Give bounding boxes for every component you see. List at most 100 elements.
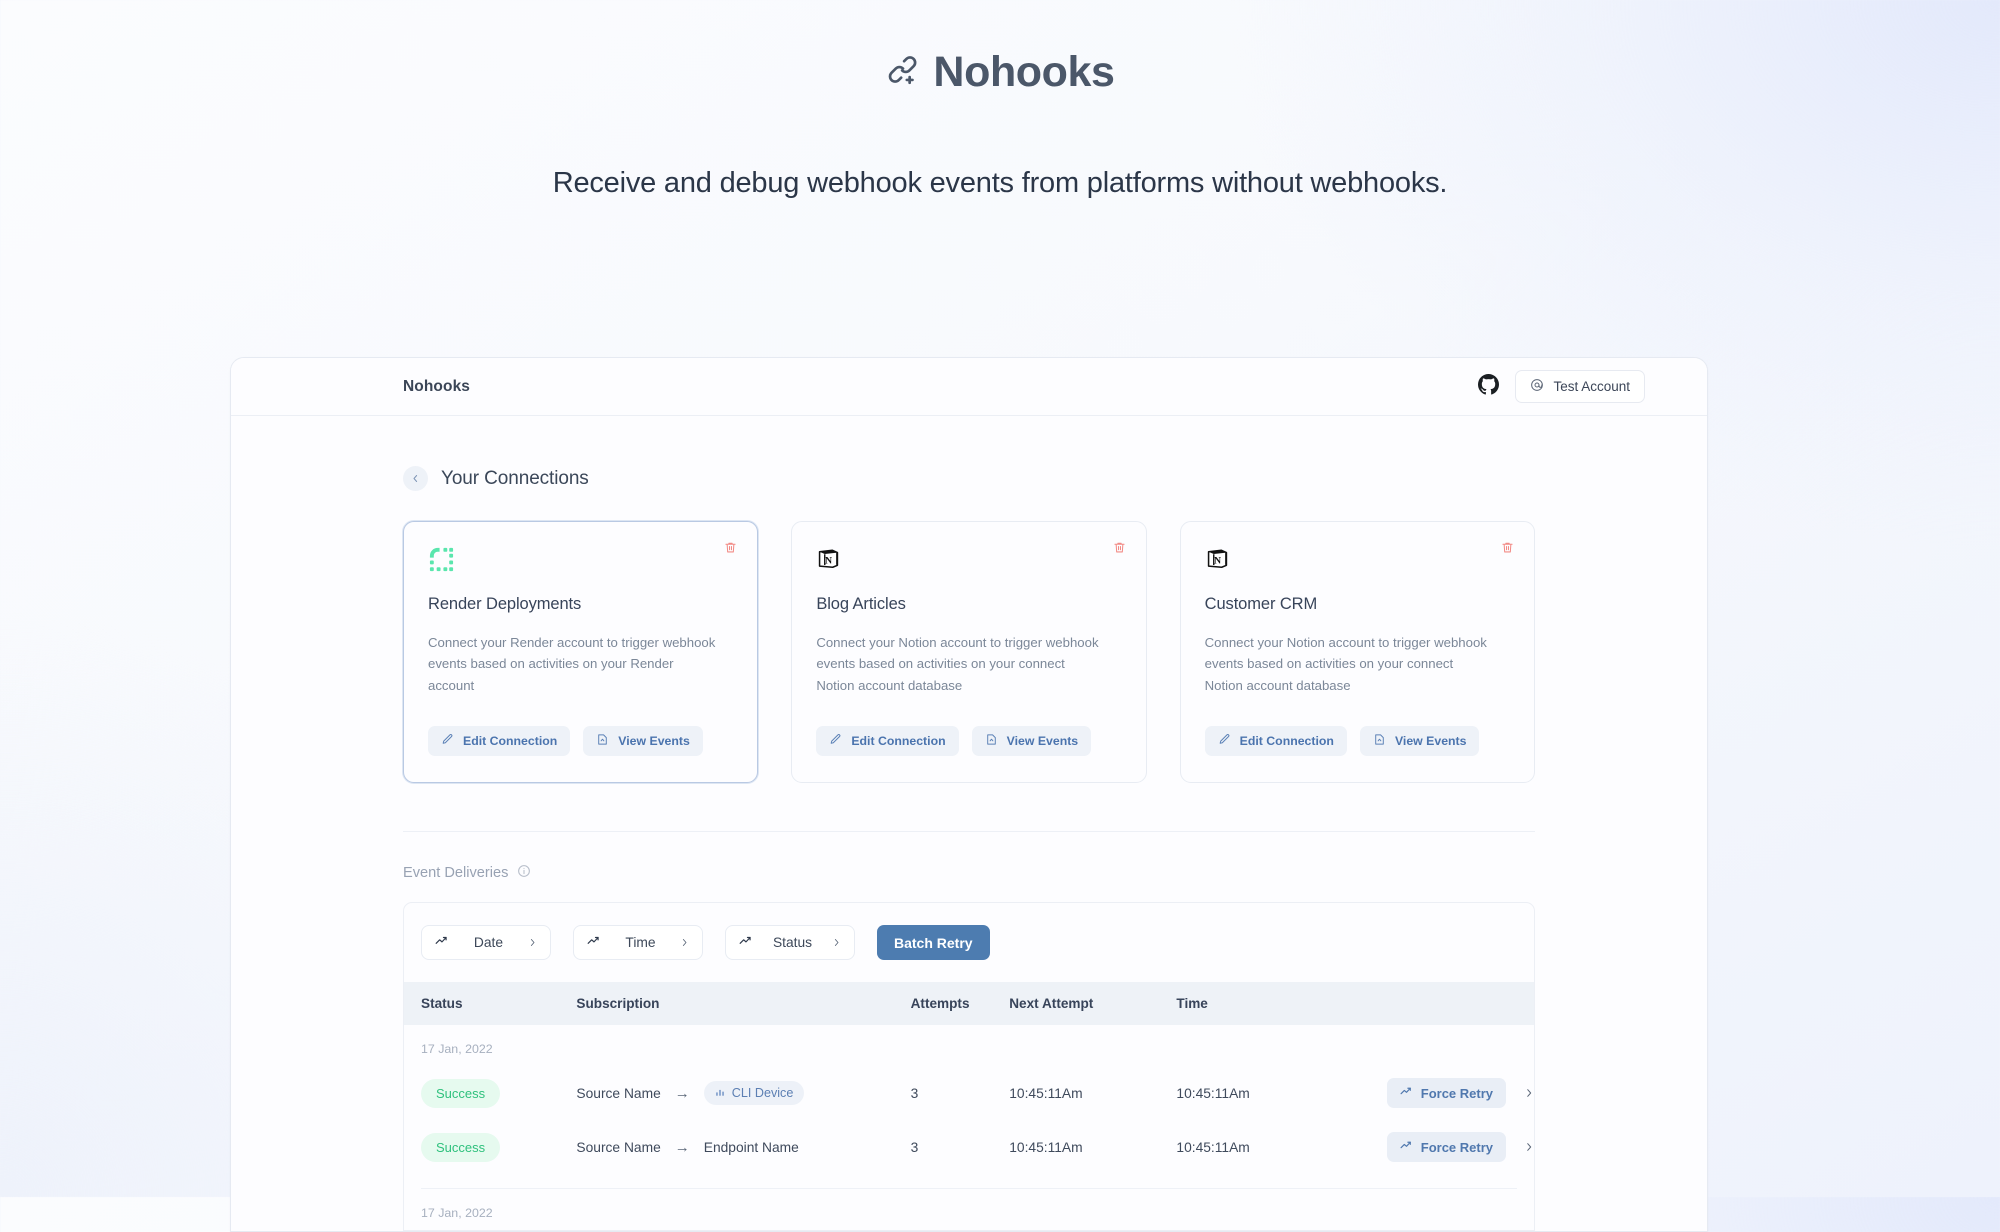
cell-subscription: Source Name → Endpoint Name: [576, 1120, 910, 1174]
date-group-label: 17 Jan, 2022: [421, 1206, 493, 1221]
column-header-attempts[interactable]: Attempts: [910, 982, 1010, 1026]
status-badge: Success: [421, 1132, 501, 1162]
group-separator: [404, 1174, 1534, 1190]
notion-logo-icon: N: [1205, 546, 1510, 573]
filter-date-button[interactable]: Date: [421, 925, 551, 961]
chevron-right-icon: [528, 935, 537, 950]
github-icon[interactable]: [1478, 373, 1500, 400]
arrow-right-icon: →: [674, 1084, 690, 1102]
link-plus-icon: [885, 53, 919, 92]
subscription-target-label: Endpoint Name: [703, 1139, 799, 1155]
bar-chart-icon: [715, 1086, 725, 1100]
view-events-button[interactable]: View Events: [583, 726, 703, 757]
cell-status: Success: [404, 1066, 576, 1120]
batch-retry-button[interactable]: Batch Retry: [877, 925, 990, 961]
render-logo-icon: [428, 546, 733, 573]
column-header-status[interactable]: Status: [404, 982, 577, 1026]
card-title: Render Deployments: [428, 595, 582, 613]
brand-logo: Nohooks: [885, 48, 1115, 97]
pencil-icon: [829, 733, 842, 749]
view-events-button[interactable]: View Events: [1359, 726, 1480, 757]
subscription-target-label: CLI Device: [731, 1086, 794, 1101]
back-button[interactable]: [403, 466, 428, 491]
chevron-right-icon: [680, 935, 689, 950]
table-row[interactable]: Success Source Name → CLI Device 3 10:45…: [404, 1066, 1534, 1120]
test-account-button[interactable]: Test Account: [1515, 370, 1645, 403]
cell-time: 10:45:11Am: [1176, 1139, 1250, 1155]
edit-connection-button[interactable]: Edit Connection: [816, 726, 959, 757]
table-header-row: Status Subscription Attempts Next Attemp…: [404, 982, 1534, 1026]
app-bar: Nohooks Test Account: [231, 358, 1707, 416]
view-events-button[interactable]: View Events: [971, 726, 1092, 757]
notion-logo-icon: N: [816, 546, 1121, 573]
info-circle-icon[interactable]: [517, 864, 531, 882]
table-row[interactable]: Success Source Name → Endpoint Name 3 10…: [404, 1120, 1534, 1174]
trending-up-icon: [1400, 1085, 1413, 1101]
filter-status-label: Status: [772, 935, 813, 951]
file-events-icon: [596, 733, 609, 749]
row-expand-chevron-right-icon[interactable]: [1524, 1088, 1534, 1098]
edit-connection-label: Edit Connection: [1239, 734, 1334, 749]
app-window: Nohooks Test Account Your Connections Re…: [230, 357, 1708, 1232]
trash-icon[interactable]: [724, 541, 737, 554]
cell-status: Success: [404, 1120, 576, 1174]
force-retry-button[interactable]: Force Retry: [1386, 1132, 1506, 1163]
event-deliveries-panel: Date Time Status Batch Retry Status Subs…: [403, 902, 1535, 1232]
view-events-label: View Events: [1006, 734, 1079, 749]
event-deliveries-table: Status Subscription Attempts Next Attemp…: [404, 982, 1534, 1230]
cell-next-attempt: 10:45:11Am: [1009, 1085, 1083, 1101]
chevron-right-icon: [832, 935, 841, 950]
cell-time: 10:45:11Am: [1176, 1085, 1250, 1101]
trash-icon[interactable]: [1113, 541, 1126, 554]
subscription-source: Source Name: [576, 1085, 661, 1101]
connection-card-render-deployments[interactable]: Render Deployments Connect your Render a…: [403, 521, 759, 784]
trending-up-icon: [435, 934, 449, 951]
filter-date-label: Date: [473, 935, 504, 951]
view-events-label: View Events: [618, 734, 690, 749]
trending-up-icon: [739, 934, 753, 951]
arrow-right-icon: →: [674, 1138, 690, 1156]
subscription-target-chip[interactable]: CLI Device: [703, 1081, 805, 1106]
card-description: Connect your Render account to trigger w…: [428, 635, 716, 693]
card-title: Blog Articles: [816, 595, 906, 613]
date-group-header: 17 Jan, 2022: [404, 1189, 1534, 1230]
column-header-subscription[interactable]: Subscription: [576, 982, 911, 1026]
edit-connection-button[interactable]: Edit Connection: [1204, 726, 1347, 757]
force-retry-label: Force Retry: [1420, 1085, 1493, 1101]
file-events-icon: [1373, 733, 1386, 749]
chevron-left-icon: [411, 470, 420, 488]
test-account-label: Test Account: [1553, 379, 1630, 394]
filter-time-label: Time: [625, 935, 656, 951]
card-description: Connect your Notion account to trigger w…: [1204, 635, 1487, 693]
pencil-icon: [441, 733, 454, 749]
column-header-actions: [1386, 982, 1534, 1026]
subscription-source: Source Name: [576, 1139, 661, 1155]
event-deliveries-title: Event Deliveries: [403, 865, 509, 882]
force-retry-label: Force Retry: [1420, 1139, 1493, 1155]
hero: Nohooks Receive and debug webhook events…: [0, 0, 2000, 200]
connection-card-blog-articles[interactable]: N Blog Articles Connect your Notion acco…: [791, 521, 1147, 784]
pencil-icon: [1218, 733, 1231, 749]
row-expand-chevron-right-icon[interactable]: [1524, 1142, 1534, 1152]
brand-name: Nohooks: [933, 48, 1115, 96]
at-circle-icon: [1530, 378, 1544, 395]
cell-actions: Force Retry: [1386, 1066, 1534, 1120]
file-events-icon: [985, 733, 998, 749]
connection-card-customer-crm[interactable]: N Customer CRM Connect your Notion accou…: [1179, 521, 1535, 784]
card-title: Customer CRM: [1204, 595, 1318, 613]
status-badge: Success: [421, 1078, 501, 1108]
filter-time-button[interactable]: Time: [573, 925, 703, 961]
tagline: Receive and debug webhook events from pl…: [552, 167, 1448, 199]
edit-connection-button[interactable]: Edit Connection: [428, 726, 571, 757]
cell-next-attempt: 10:45:11Am: [1009, 1139, 1083, 1155]
trash-icon[interactable]: [1501, 541, 1514, 554]
column-header-time[interactable]: Time: [1176, 982, 1387, 1026]
app-bar-title: Nohooks: [403, 377, 471, 395]
filter-status-button[interactable]: Status: [725, 925, 855, 961]
force-retry-button[interactable]: Force Retry: [1386, 1078, 1506, 1109]
card-actions: Edit Connection View Events: [816, 696, 1121, 757]
svg-text:N: N: [825, 555, 832, 566]
column-header-next-attempt[interactable]: Next Attempt: [1009, 982, 1177, 1026]
edit-connection-label: Edit Connection: [463, 734, 558, 749]
date-group-label: 17 Jan, 2022: [421, 1042, 493, 1057]
